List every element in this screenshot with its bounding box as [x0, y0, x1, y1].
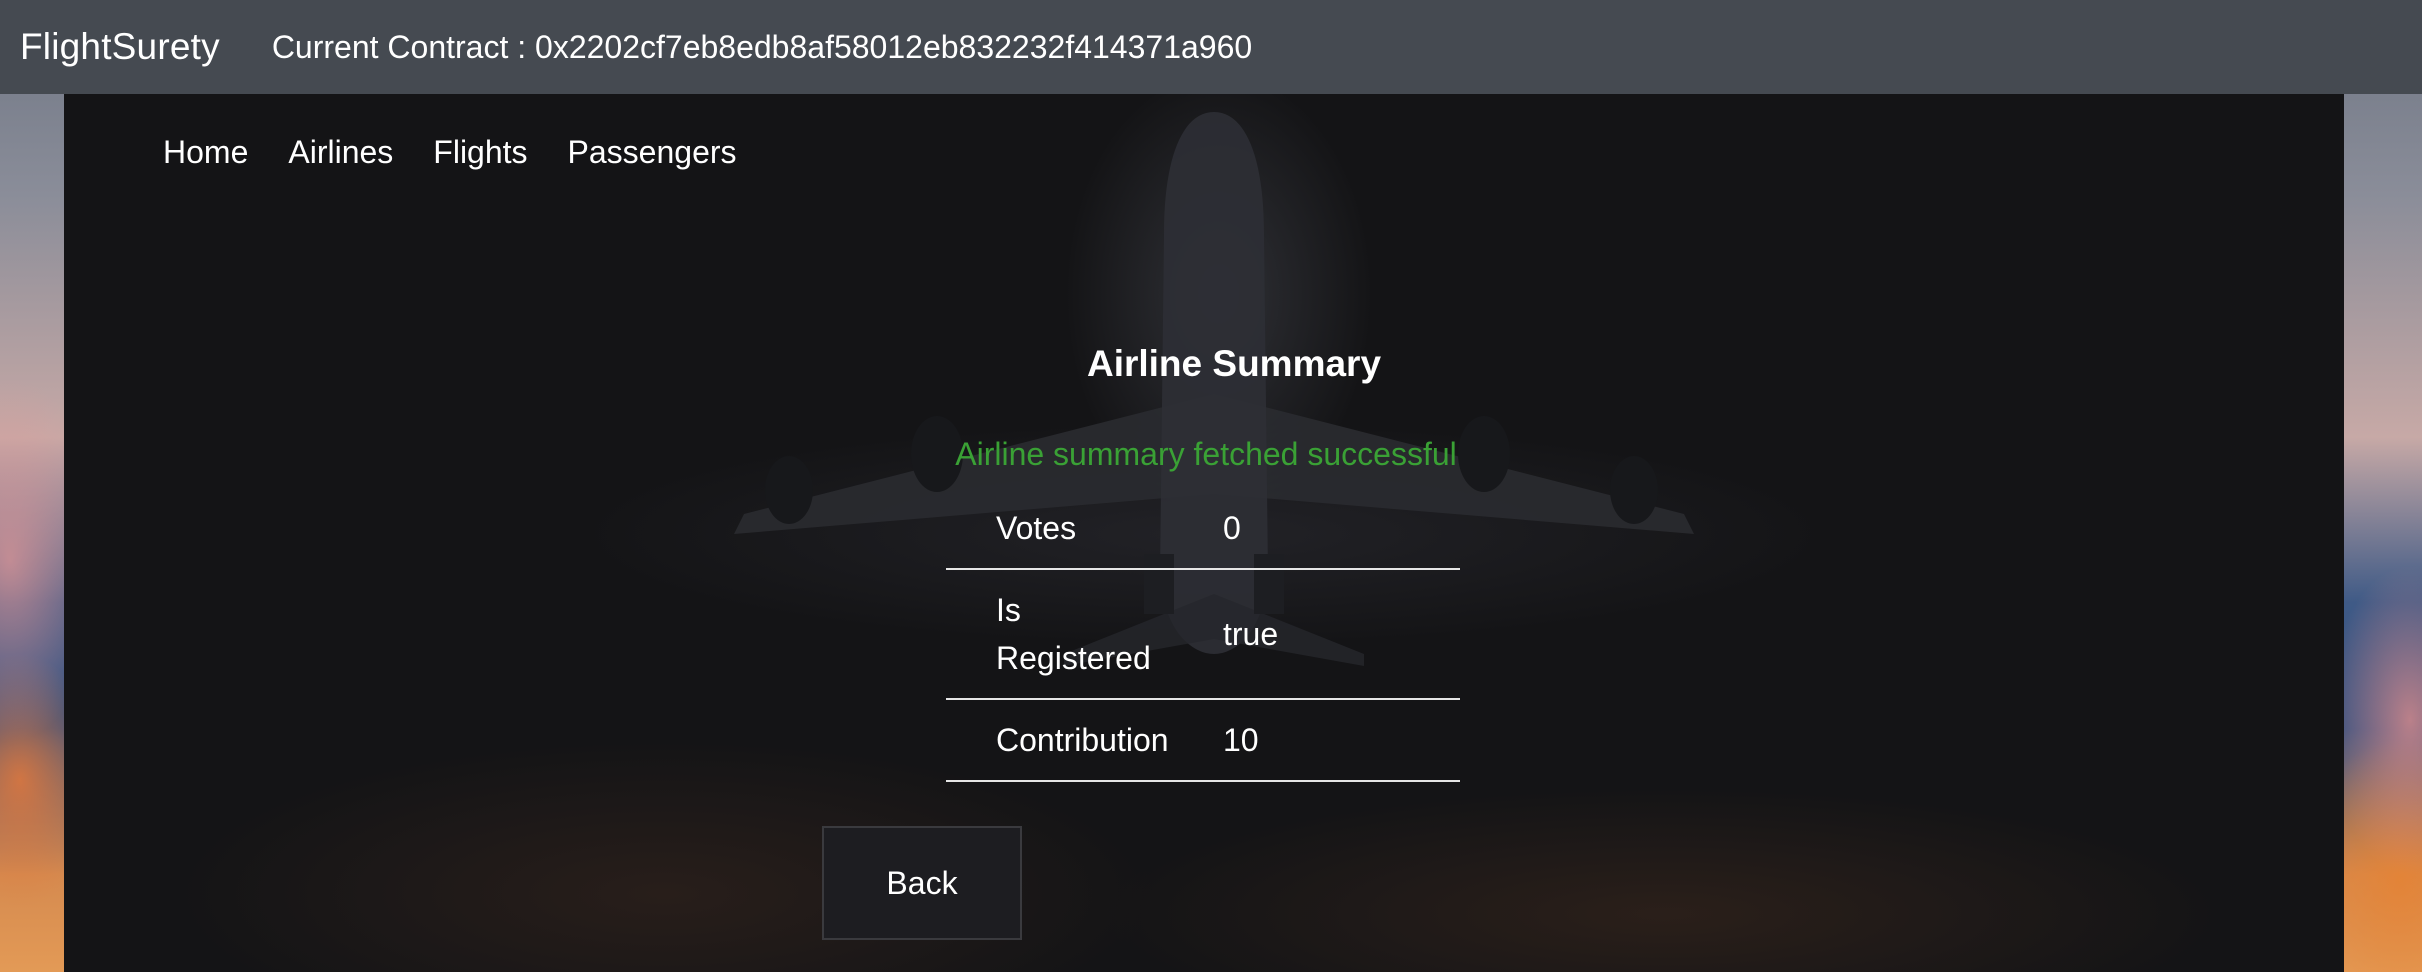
current-contract-text: Current Contract : 0x2202cf7eb8edb8af580… — [271, 28, 1253, 65]
votes-label: Votes — [946, 488, 1223, 570]
top-navbar: FlightSurety Current Contract : 0x2202cf… — [0, 0, 2422, 94]
nav-link-flights[interactable]: Flights — [433, 134, 527, 171]
table-row: Votes 0 — [946, 488, 1460, 570]
page-title: Airline Summary — [1086, 342, 1382, 384]
is-registered-value: true — [1223, 569, 1460, 700]
votes-value: 0 — [1223, 488, 1460, 570]
airline-summary-table: Votes 0 Is Registered true Contribution … — [946, 488, 1460, 782]
main-nav: Home Airlines Flights Passengers — [163, 134, 737, 171]
nav-link-home[interactable]: Home — [163, 134, 248, 171]
table-row: Contribution 10 — [946, 699, 1460, 782]
table-row: Is Registered true — [946, 569, 1460, 700]
is-registered-label-text: Is Registered — [996, 592, 1151, 676]
nav-link-airlines[interactable]: Airlines — [288, 134, 393, 171]
main-container: Home Airlines Flights Passengers Airline… — [64, 94, 2344, 972]
contribution-value: 10 — [1223, 699, 1460, 782]
is-registered-label: Is Registered — [946, 569, 1223, 700]
status-message: Airline summary fetched successful — [955, 436, 1457, 472]
nav-link-passengers[interactable]: Passengers — [568, 134, 737, 171]
brand-logo-text[interactable]: FlightSurety — [20, 26, 220, 68]
back-button[interactable]: Back — [822, 826, 1022, 940]
contribution-label: Contribution — [946, 699, 1223, 782]
